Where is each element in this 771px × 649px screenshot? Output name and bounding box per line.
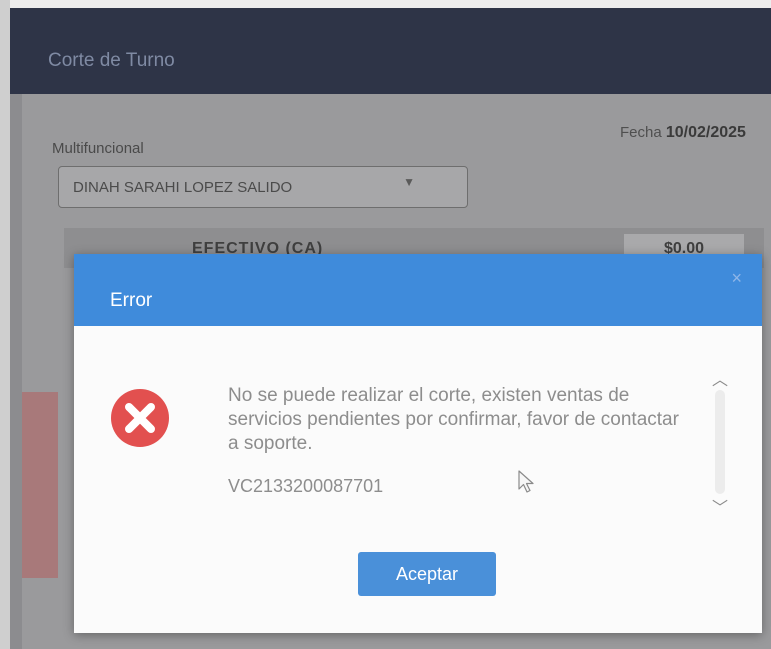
accept-button[interactable]: Aceptar: [358, 552, 496, 596]
error-x-circle-icon: [111, 389, 169, 447]
dialog-header: Error ×: [74, 254, 762, 326]
window-title: Corte de Turno: [48, 50, 175, 71]
close-icon[interactable]: ×: [731, 268, 742, 289]
user-select[interactable]: DINAH SARAHI LOPEZ SALIDO ▼: [58, 166, 468, 208]
error-message: No se puede realizar el corte, existen v…: [228, 385, 679, 454]
mouse-pointer-icon: [518, 470, 534, 493]
dialog-body: No se puede realizar el corte, existen v…: [74, 326, 762, 633]
message-area: No se puede realizar el corte, existen v…: [228, 384, 688, 497]
screen: Corte de Turno Multifuncional Fecha 10/0…: [0, 0, 771, 649]
chevron-up-icon[interactable]: ︿: [712, 366, 728, 390]
dialog-title: Error: [110, 290, 153, 311]
date-value: 10/02/2025: [665, 124, 746, 141]
date-label: Fecha: [620, 124, 662, 141]
title-bar: Corte de Turno: [10, 8, 771, 94]
chevron-down-icon[interactable]: ﹀: [712, 494, 728, 518]
error-dialog: Error × No se puede realizar el corte, e…: [74, 254, 762, 633]
date-display: Fecha 10/02/2025: [620, 124, 746, 142]
screen-bezel: [0, 0, 10, 649]
section-label: Multifuncional: [52, 140, 144, 157]
chevron-down-icon: ▼: [403, 175, 415, 189]
error-code: VC2133200087701: [228, 476, 384, 496]
scroll-track[interactable]: [715, 390, 725, 494]
background-red-panel: [22, 392, 58, 578]
user-select-value: DINAH SARAHI LOPEZ SALIDO: [73, 179, 293, 196]
message-scrollbar[interactable]: ︿ ﹀: [708, 366, 732, 518]
